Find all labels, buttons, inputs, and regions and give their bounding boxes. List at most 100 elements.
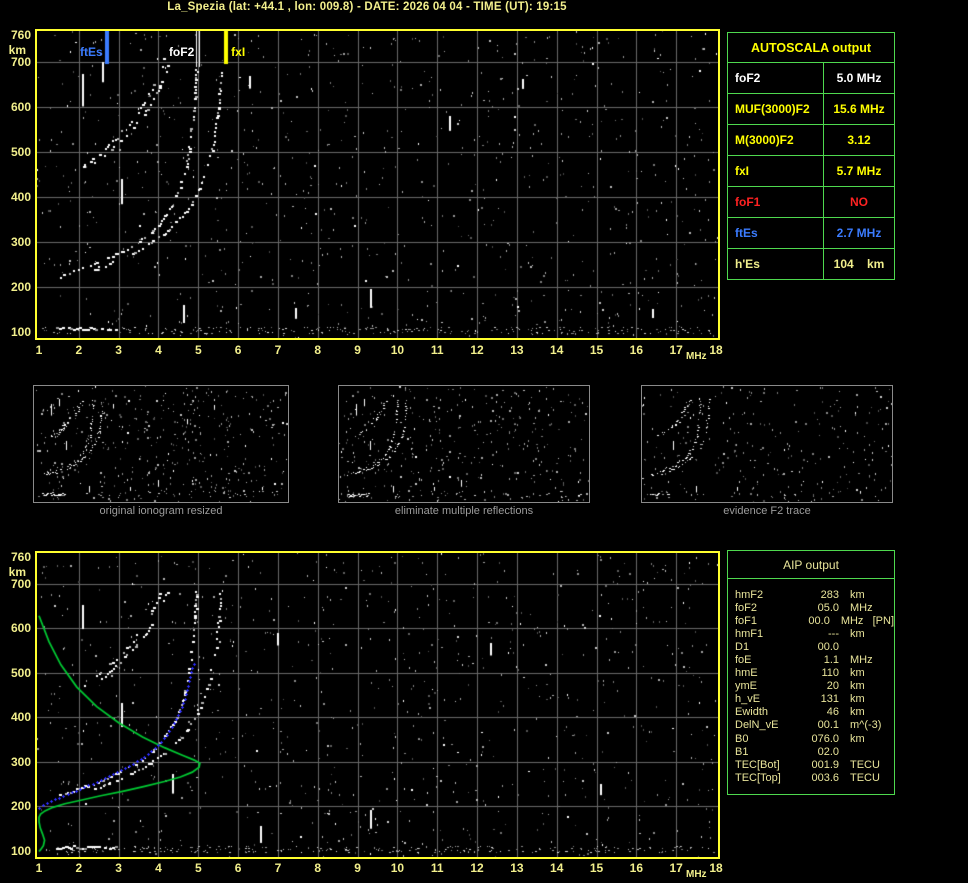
y-tick-label: 760 — [10, 550, 31, 564]
x-tick-label: 16 — [629, 343, 644, 357]
aip-row-value: 076.0 — [811, 732, 839, 745]
autoscala-row-value: 5.7 MHz — [836, 164, 882, 178]
autoscala-table-row: foF1 NO — [728, 187, 894, 218]
aip-row-value: 00.1 — [817, 719, 839, 732]
aip-table-rows: hmF2 283 km foF2 05.0 MHz foF1 00.0 MHz [PN] hmF1… — [728, 579, 894, 784]
x-tick-label: 3 — [115, 343, 122, 357]
y-tick-label: 500 — [10, 145, 31, 159]
aip-row-unit: km — [850, 667, 865, 680]
aip-table-row: B1 02.0 — [728, 745, 894, 758]
aip-row-label: B1 — [735, 745, 749, 758]
main-ionogram-plot — [35, 29, 720, 340]
y-axis-unit: km — [8, 43, 26, 57]
autoscala-row-label: foF1 — [728, 187, 824, 217]
x-tick-label: 7 — [274, 861, 282, 875]
autoscala-row-value: 3.12 — [847, 133, 871, 147]
autoscala-screen: La_Spezia (lat: +44.1 , lon: 009.8) - DA… — [0, 0, 968, 883]
x-tick-label: 18 — [709, 861, 723, 875]
aip-row-label: B0 — [735, 732, 749, 745]
thumbnail-caption: eliminate multiple reflections — [394, 505, 534, 517]
thumbnail-original-canvas — [34, 386, 288, 502]
x-tick-label: 10 — [390, 861, 405, 875]
autoscala-table-row: fxI 5.7 MHz — [728, 156, 894, 187]
y-tick-label: 100 — [10, 325, 31, 339]
aip-row-label: hmF1 — [735, 627, 764, 640]
x-tick-label: 18 — [709, 343, 723, 357]
autoscala-table-row: ftEs 2.7 MHz — [728, 218, 894, 249]
aip-output-table: AIP output hmF2 283 km foF2 05.0 MHz foF1 00.0 M… — [727, 550, 895, 795]
aip-table-row: D1 00.0 — [728, 640, 894, 653]
x-axis-unit: MHz — [686, 351, 707, 362]
x-tick-label: 13 — [510, 861, 524, 875]
x-tick-label: 11 — [430, 343, 444, 357]
autoscala-output-table: AUTOSCALA output foF2 5.0 MHz MUF(3000)F2 1… — [727, 32, 895, 280]
x-tick-label: 16 — [629, 861, 644, 875]
y-tick-label: 300 — [10, 235, 31, 249]
y-tick-label: 700 — [10, 55, 31, 69]
aip-row-label: h_vE — [735, 693, 761, 706]
y-tick-label: 200 — [10, 799, 31, 814]
aip-row-value: 283 — [820, 588, 839, 601]
y-tick-label: 300 — [10, 754, 31, 769]
aip-row-unit: TECU — [850, 771, 880, 784]
x-tick-label: 10 — [390, 343, 405, 357]
autoscala-row-value: 104 km — [833, 257, 885, 271]
autoscala-table-rows: foF2 5.0 MHz MUF(3000)F2 15.6 MHz M(3000)F2 3… — [728, 63, 894, 279]
x-tick-label: 1 — [35, 861, 43, 875]
aip-row-value: 00.0 — [808, 614, 830, 627]
aip-table-row: foE 1.1 MHz — [728, 653, 894, 666]
aip-row-value: 110 — [821, 667, 839, 680]
aip-row-label: foE — [735, 654, 752, 667]
x-tick-label: 9 — [354, 861, 361, 875]
y-tick-label: 500 — [10, 665, 31, 680]
autoscala-row-value: NO — [850, 195, 868, 209]
x-tick-label: 15 — [589, 343, 604, 357]
x-tick-label: 8 — [314, 861, 322, 875]
y-tick-label: 200 — [10, 280, 31, 294]
x-tick-label: 13 — [510, 343, 524, 357]
aip-row-unit: MHz [PN] — [840, 614, 894, 627]
aip-table-row: hmF2 283 km — [728, 588, 894, 601]
aip-row-value: 003.6 — [811, 771, 839, 784]
aip-table-row: TEC[Bot] 001.9 TECU — [728, 758, 894, 771]
marker-label-fxi: fxI — [231, 45, 246, 59]
aip-ionogram-canvas — [37, 553, 718, 857]
x-tick-label: 11 — [430, 861, 444, 875]
aip-row-label: foF1 — [735, 614, 758, 627]
aip-row-unit: m^(-3) — [850, 719, 882, 732]
y-tick-label: 100 — [10, 844, 31, 858]
aip-table-row: TEC[Top] 003.6 TECU — [728, 771, 894, 784]
x-tick-label: 12 — [470, 343, 484, 357]
aip-table-row: foF2 05.0 MHz — [728, 601, 894, 614]
thumbnail-original-ionogram — [33, 385, 289, 503]
x-tick-label: 1 — [35, 343, 43, 357]
thumbnail-caption: original ionogram resized — [99, 505, 223, 517]
aip-row-unit: km — [850, 693, 865, 706]
x-tick-label: 6 — [234, 343, 242, 357]
aip-table-row: hmF1 --- km — [728, 627, 894, 640]
y-tick-label: 400 — [10, 710, 31, 725]
aip-row-value: 46 — [826, 706, 839, 719]
autoscala-row-label: fxI — [728, 156, 824, 186]
aip-row-label: ymE — [735, 680, 757, 693]
autoscala-row-label: h'Es — [728, 249, 824, 279]
aip-row-label: DelN_vE — [735, 719, 779, 732]
aip-table-row: foF1 00.0 MHz [PN] — [728, 614, 894, 627]
x-tick-label: 9 — [354, 343, 361, 357]
aip-row-unit: km — [850, 680, 865, 693]
aip-row-label: TEC[Top] — [735, 771, 781, 784]
x-tick-label: 5 — [194, 343, 202, 357]
x-tick-label: 2 — [75, 343, 83, 357]
aip-table-row: h_vE 131 km — [728, 693, 894, 706]
aip-row-unit: km — [850, 706, 865, 719]
autoscala-row-label: foF2 — [728, 63, 824, 93]
marker-label-ftes: ftEs — [80, 45, 103, 59]
x-tick-label: 8 — [314, 343, 322, 357]
aip-row-value: 00.0 — [817, 640, 839, 653]
aip-row-value: 20 — [826, 680, 839, 693]
page-title: La_Spezia (lat: +44.1 , lon: 009.8) - DA… — [167, 1, 567, 13]
aip-table-row: DelN_vE 00.1 m^(-3) — [728, 719, 894, 732]
autoscala-row-value: 15.6 MHz — [833, 102, 885, 116]
autoscala-row-value: 5.0 MHz — [836, 71, 882, 85]
x-tick-label: 12 — [470, 861, 484, 875]
